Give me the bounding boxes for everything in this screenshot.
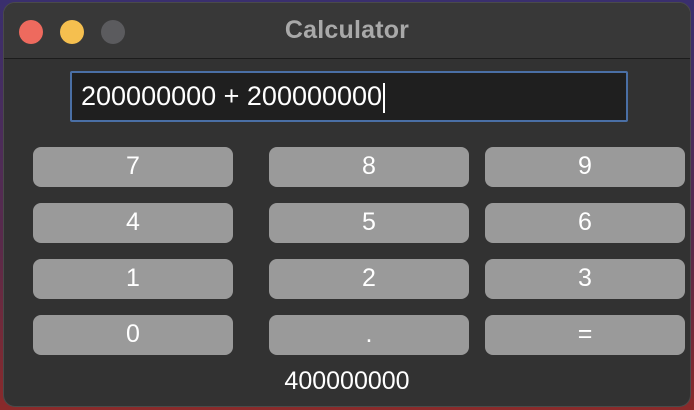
expression-input[interactable]: 200000000 + 200000000 (70, 71, 628, 122)
result-label: 400000000 (284, 367, 410, 395)
key-7-button[interactable]: 7 (33, 147, 233, 187)
key-1-button[interactable]: 1 (33, 259, 233, 299)
key-4-button[interactable]: 4 (33, 203, 233, 243)
window-title: Calculator (284, 16, 410, 44)
decimal-point-button[interactable]: . (269, 315, 469, 355)
key-5-button[interactable]: 5 (269, 203, 469, 243)
title-bar[interactable]: Calculator (4, 3, 690, 59)
text-caret (383, 82, 386, 113)
key-9-button[interactable]: 9 (485, 147, 685, 187)
calculator-window: Calculator 200000000 + 200000000 7 8 9 4… (3, 2, 691, 407)
equals-button[interactable]: = (485, 315, 685, 355)
expression-text: 200000000 + 200000000 (81, 81, 383, 111)
key-6-button[interactable]: 6 (485, 203, 685, 243)
key-8-button[interactable]: 8 (269, 147, 469, 187)
key-0-button[interactable]: 0 (33, 315, 233, 355)
key-3-button[interactable]: 3 (485, 259, 685, 299)
key-2-button[interactable]: 2 (269, 259, 469, 299)
